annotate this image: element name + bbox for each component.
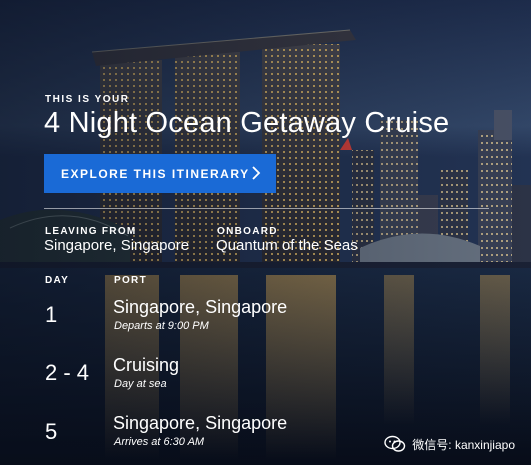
explore-itinerary-button[interactable]: EXPLORE THIS ITINERARY <box>44 154 276 193</box>
port-note: Day at sea <box>114 378 167 390</box>
wechat-logo-icon <box>384 435 406 452</box>
port-name: Singapore, Singapore <box>113 297 288 317</box>
day-number: 2 - 4 <box>45 360 90 385</box>
onboard-label: ONBOARD <box>217 226 278 237</box>
port-name: Cruising <box>113 355 180 375</box>
explore-itinerary-label: EXPLORE THIS ITINERARY <box>61 166 250 181</box>
eyebrow-text: THIS IS YOUR <box>45 94 130 105</box>
chevron-right-icon <box>252 166 261 180</box>
port-note: Departs at 9:00 PM <box>114 320 209 332</box>
ship-name: Quantum of the Seas <box>216 237 358 254</box>
port-column-header: PORT <box>114 275 147 286</box>
cruise-title: 4 Night Ocean Getaway Cruise <box>44 107 450 139</box>
day-column-header: DAY <box>45 275 70 286</box>
leaving-from-label: LEAVING FROM <box>45 226 137 237</box>
wechat-watermark: 微信号: kanxinjiapo <box>384 435 515 453</box>
cruise-promo-card: THIS IS YOUR 4 Night Ocean Getaway Cruis… <box>0 0 531 465</box>
port-name: Singapore, Singapore <box>113 413 288 433</box>
day-number: 1 <box>45 302 58 327</box>
port-note: Arrives at 6:30 AM <box>114 436 205 448</box>
day-number: 5 <box>45 419 58 444</box>
wechat-id-text: 微信号: kanxinjiapo <box>412 437 515 452</box>
leaving-from-value: Singapore, Singapore <box>44 237 190 254</box>
section-divider <box>44 208 489 209</box>
